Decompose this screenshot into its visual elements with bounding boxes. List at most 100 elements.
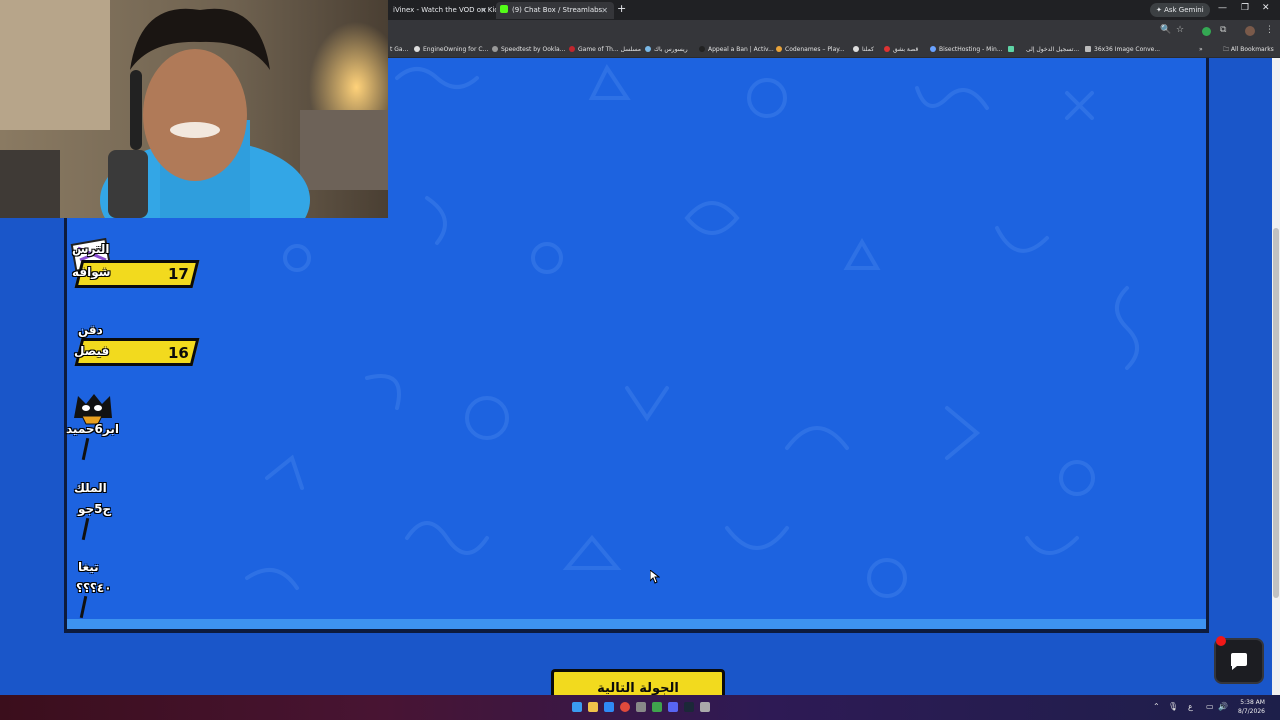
restore-icon[interactable]: ❐ (1241, 3, 1249, 13)
bookmark-item[interactable]: EngineOwning for C... (414, 44, 488, 56)
all-bookmarks[interactable]: 🗀 All Bookmarks (1223, 44, 1274, 56)
codenames-icon (776, 46, 782, 52)
all-bookmarks-label: All Bookmarks (1230, 46, 1274, 53)
tab-chat-box[interactable]: (9) Chat Box / Streamlabs ✕ (496, 2, 614, 19)
bookmark-label: كملنا (862, 46, 874, 53)
bookmark-item[interactable]: كملنا (853, 44, 874, 56)
notification-dot (1216, 636, 1226, 646)
ask-gemini-label: Ask Gemini (1164, 6, 1204, 14)
steam-icon[interactable] (684, 702, 694, 712)
close-window-icon[interactable]: ✕ (1262, 3, 1270, 13)
bookmark-label: EngineOwning for C... (423, 46, 489, 53)
bookmark-item[interactable] (1008, 44, 1017, 56)
bookmark-item[interactable]: قصة بشق (884, 44, 918, 56)
menu-icon[interactable]: ⋮ (1265, 25, 1274, 35)
file-explorer-icon[interactable] (588, 702, 598, 712)
webcam-feed (0, 0, 388, 218)
image-icon (1085, 46, 1091, 52)
player-marker (81, 517, 90, 541)
bookmark-label: BisectHosting - Min... (939, 46, 1003, 53)
tray-chevron-icon[interactable]: ⌃ (1153, 702, 1160, 711)
next-round-button[interactable]: الجولة التالية (551, 669, 725, 695)
board-bottom-rail (67, 619, 1206, 629)
app-icon[interactable] (636, 702, 646, 712)
site-icon (884, 46, 890, 52)
player-name-line2: ج5جو (78, 502, 112, 516)
tab-label: (9) Chat Box / Streamlabs (512, 6, 603, 14)
xbox-icon[interactable] (652, 702, 662, 712)
start-icon[interactable] (572, 702, 582, 712)
star-icon[interactable]: ☆ (1176, 25, 1184, 35)
player-name-line2: ابر6حميد (66, 422, 119, 436)
language-indicator[interactable]: ع (1188, 702, 1193, 711)
player-entry: الترس شوافه 17 (70, 236, 210, 292)
player-name-line1: الترس (72, 242, 110, 256)
bookmark-item[interactable]: t Ga... (390, 44, 408, 56)
discord-icon[interactable] (668, 702, 678, 712)
close-icon[interactable]: ✕ (601, 2, 608, 19)
player-name-line1: تيغا (78, 560, 99, 574)
mouse-cursor-icon (650, 570, 660, 584)
bookmark-item[interactable]: Speedtest by Ookla... (492, 44, 565, 56)
site-icon (569, 46, 575, 52)
player-entry: تيغا ٤٠؟؟؟ (70, 558, 210, 619)
player-score: 16 (168, 344, 189, 362)
microphone-icon[interactable]: 🎙 (1168, 702, 1178, 711)
player-name-line2: شوافه (72, 265, 111, 279)
page-scrollbar[interactable] (1272, 58, 1280, 695)
bisect-icon (930, 46, 936, 52)
scrollbar-thumb[interactable] (1273, 228, 1279, 598)
network-icon[interactable]: ▭ (1206, 702, 1214, 711)
bookmark-item[interactable]: تسجيل الدخول إلى... (1026, 44, 1079, 56)
chat-bubble-icon (1231, 653, 1247, 670)
system-clock[interactable]: 5:38 AM 8/7/2026 (1238, 698, 1265, 716)
edge-icon[interactable] (604, 702, 614, 712)
bookmark-item[interactable]: ريسورس باك (645, 44, 688, 56)
player-marker (79, 595, 88, 619)
site-icon (853, 46, 859, 52)
app-icon[interactable] (700, 702, 710, 712)
chrome-icon[interactable] (620, 702, 630, 712)
bookmark-label: Appeal a Ban | Activ... (708, 46, 774, 53)
bookmark-item[interactable]: 36x36 Image Conve... (1085, 44, 1160, 56)
player-name-line2: ٤٠؟؟؟ (76, 581, 112, 595)
profile-avatar[interactable] (1245, 26, 1255, 36)
volume-icon[interactable]: 🔊 (1218, 702, 1228, 711)
player-name-line2: فيصل (74, 344, 110, 358)
new-tab-button[interactable]: + (617, 2, 626, 15)
ookla-icon (492, 46, 498, 52)
bookmark-item[interactable]: Game of Th... مسلسل (569, 44, 641, 56)
clock-time: 5:38 AM (1240, 699, 1265, 706)
player-name-line1: الملك (74, 481, 107, 495)
clock-date: 8/7/2026 (1238, 708, 1265, 715)
bookmark-item[interactable]: Codenames – Play... (776, 44, 845, 56)
bookmark-label: قصة بشق (893, 46, 919, 53)
folder-icon: 🗀 (1223, 46, 1231, 53)
streamlabs-icon (500, 5, 508, 13)
zoom-icon[interactable]: 🔍 (1160, 25, 1171, 35)
extensions-puzzle-icon[interactable]: ⧉ (1220, 25, 1226, 35)
player-name-line1: دقن (78, 323, 103, 337)
bookmark-label: Speedtest by Ookla... (501, 46, 566, 53)
minimize-icon[interactable]: — (1218, 3, 1227, 13)
site-icon (1008, 46, 1014, 52)
bookmark-label: Codenames – Play... (785, 46, 845, 53)
player-entry: ابر6حميد (66, 388, 210, 461)
player-score: 17 (168, 265, 189, 283)
site-icon (645, 46, 651, 52)
ask-gemini-button[interactable]: ✦ Ask Gemini (1150, 3, 1210, 17)
bookmark-label: t Ga... (390, 46, 409, 53)
globe-icon (414, 46, 420, 52)
chat-button[interactable] (1214, 636, 1264, 684)
extension-icon[interactable] (1202, 27, 1211, 36)
tab-kick-vod[interactable]: iVinex - Watch the VOD on Kick ✕ (389, 2, 502, 19)
player-entry: دقن فيصل 16 (70, 320, 210, 372)
activision-icon (699, 46, 705, 52)
bookmarks-overflow-icon[interactable]: » (1199, 44, 1203, 56)
bookmark-label: Game of Th... مسلسل (578, 46, 642, 53)
bookmark-label: تسجيل الدخول إلى... (1026, 46, 1080, 53)
bookmark-item[interactable]: BisectHosting - Min... (930, 44, 1003, 56)
close-icon[interactable]: ✕ (480, 2, 487, 19)
bookmark-item[interactable]: Appeal a Ban | Activ... (699, 44, 774, 56)
windows-taskbar: ⌃ 🎙 ع ▭ 🔊 5:38 AM 8/7/2026 (0, 695, 1280, 720)
